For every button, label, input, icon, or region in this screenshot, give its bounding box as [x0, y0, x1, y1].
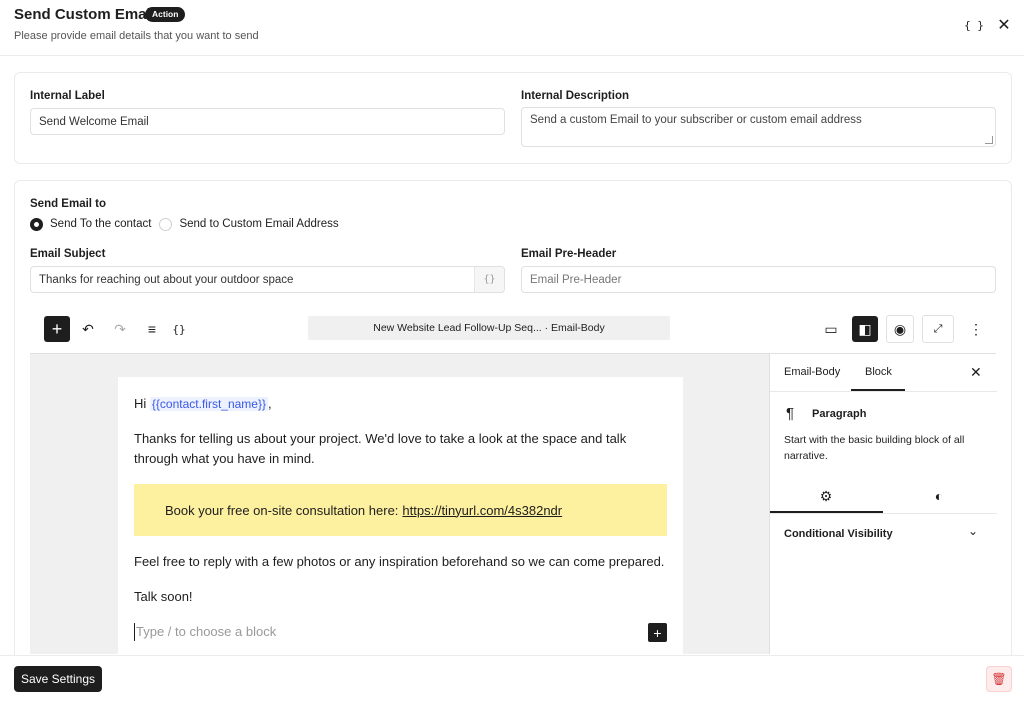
save-settings-button[interactable]: Save Settings	[14, 666, 102, 692]
block-inspector-tabs: ⚙ ◐	[770, 478, 997, 514]
modal-title: Send Custom Email	[14, 6, 155, 23]
email-preheader-label: Email Pre-Header	[521, 248, 617, 260]
email-subject-value: Thanks for reaching out about your outdo…	[39, 273, 294, 286]
send-to-radio-group: Send To the contact Send to Custom Email…	[30, 217, 347, 231]
internal-description-textarea[interactable]: Send a custom Email to your subscriber o…	[521, 107, 996, 147]
send-email-to-label: Send Email to	[30, 198, 107, 210]
settings-sidebar-icon[interactable]: ◧	[852, 316, 878, 342]
editor-toolbar: + ↶ ↷ ≡ {} New Website Lead Follow-Up Se…	[30, 310, 996, 354]
greeting-suffix: ,	[267, 396, 272, 411]
undo-icon[interactable]: ↶	[75, 316, 101, 342]
email-subject-label: Email Subject	[30, 248, 106, 260]
radio-send-to-contact-label[interactable]: Send To the contact	[50, 218, 151, 230]
more-options-icon[interactable]: ⋮	[963, 316, 989, 342]
callout-link[interactable]: https://tinyurl.com/4s382ndr	[402, 503, 562, 518]
paragraph-intro[interactable]: Thanks for telling us about your project…	[134, 429, 654, 469]
empty-block-placeholder[interactable]: Type / to choose a block	[134, 623, 276, 641]
email-subject-input[interactable]: Thanks for reaching out about your outdo…	[30, 266, 505, 293]
paragraph-signoff[interactable]: Talk soon!	[134, 587, 193, 607]
internal-label-input[interactable]: Send Welcome Email	[30, 108, 505, 135]
modal-footer: Save Settings 🗑	[0, 655, 1024, 701]
modal-header: Send Custom Email Action Please provide …	[0, 0, 1024, 56]
editor-canvas: Hi {{contact.first_name}}, Thanks for te…	[30, 354, 769, 654]
close-icon[interactable]: ✕	[993, 14, 1015, 36]
greeting-prefix: Hi	[134, 396, 147, 411]
chevron-down-icon[interactable]: ⌄	[968, 524, 978, 538]
merge-tag-first-name[interactable]: {{contact.first_name}}	[149, 397, 268, 411]
code-icon[interactable]: { }	[963, 14, 985, 36]
active-subtab-indicator	[770, 511, 883, 513]
callout-block[interactable]: Book your free on-site consultation here…	[134, 484, 667, 536]
sidebar-close-icon[interactable]: ✕	[970, 364, 982, 381]
list-view-icon[interactable]: ≡	[139, 316, 165, 342]
preview-eye-icon[interactable]: ◉	[886, 315, 914, 343]
active-tab-indicator	[851, 389, 905, 391]
inline-add-block-button[interactable]: +	[648, 623, 667, 642]
internal-label-label: Internal Label	[30, 90, 105, 102]
sidebar-tabs: Email-Body Block ✕	[770, 354, 997, 392]
internal-description-value: Send a custom Email to your subscriber o…	[530, 114, 862, 126]
resize-handle-icon[interactable]	[985, 136, 993, 144]
settings-gear-icon[interactable]: ⚙	[816, 488, 836, 508]
greeting-paragraph[interactable]: Hi {{contact.first_name}},	[134, 394, 272, 414]
radio-send-to-custom[interactable]	[159, 217, 173, 231]
tab-email-body[interactable]: Email-Body	[784, 366, 840, 378]
email-preheader-input[interactable]: Email Pre-Header	[521, 266, 996, 293]
block-description: Start with the basic building block of a…	[784, 434, 965, 462]
email-body: Hi {{contact.first_name}}, Thanks for te…	[118, 377, 683, 654]
fullscreen-icon[interactable]: ⤢	[922, 315, 954, 343]
block-title: Paragraph	[812, 408, 867, 420]
desktop-preview-icon[interactable]: ▭	[818, 316, 844, 342]
internal-description-label: Internal Description	[521, 90, 629, 102]
tab-block[interactable]: Block	[865, 366, 892, 378]
callout-text: Book your free on-site consultation here…	[165, 502, 399, 518]
action-badge: Action	[145, 7, 186, 22]
block-settings-sidebar: Email-Body Block ✕ ¶ Paragraph Start wit…	[769, 354, 997, 654]
redo-icon[interactable]: ↷	[107, 316, 133, 342]
paragraph-icon: ¶	[786, 405, 795, 422]
modal-subtitle: Please provide email details that you wa…	[14, 30, 259, 42]
radio-send-to-contact[interactable]	[30, 217, 43, 231]
merge-tag-button[interactable]: {}	[474, 267, 504, 292]
conditional-visibility-panel[interactable]: Conditional Visibility	[784, 528, 893, 540]
add-block-button[interactable]: +	[44, 316, 70, 342]
styles-contrast-icon[interactable]: ◐	[929, 488, 949, 508]
paragraph-reply[interactable]: Feel free to reply with a few photos or …	[134, 552, 664, 572]
delete-trash-icon[interactable]: 🗑	[986, 666, 1012, 692]
radio-send-to-custom-label[interactable]: Send to Custom Email Address	[179, 218, 338, 230]
code-editor-icon[interactable]: {}	[166, 316, 192, 342]
document-title[interactable]: New Website Lead Follow-Up Seq... · Emai…	[308, 316, 670, 340]
